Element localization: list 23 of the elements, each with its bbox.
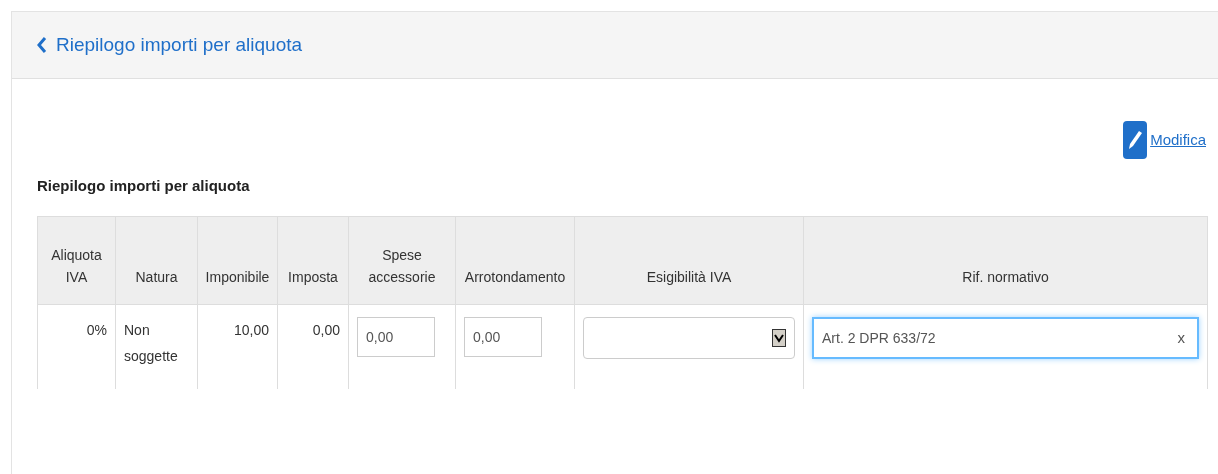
column-header: Aliquota IVA	[37, 216, 116, 304]
column-header: Imponibile	[197, 216, 278, 304]
table-cell-text: 0,00	[311, 320, 340, 340]
column-header: Rif. normativo	[803, 216, 1208, 304]
dropdown-caret-icon	[772, 328, 786, 347]
section-title: Riepilogo importi per aliquota	[37, 176, 251, 196]
pencil-icon	[1123, 121, 1148, 159]
chevron-left-icon	[37, 37, 47, 53]
amount-input[interactable]: 0,00	[357, 316, 435, 357]
table-cell-text: 0%	[85, 320, 107, 340]
column-header: Esigibilità IVA	[574, 216, 804, 304]
select-field[interactable]	[583, 316, 795, 359]
reference-input[interactable]: Art. 2 DPR 633/72 x	[812, 316, 1199, 359]
table-cell-text: Non soggette	[124, 320, 179, 366]
back-button[interactable]: Riepilogo importi per aliquota	[37, 30, 303, 60]
edit-link[interactable]: Modifica	[1123, 121, 1206, 159]
column-header: Arrotondamento	[455, 216, 575, 304]
column-header: Spese accessorie	[348, 216, 456, 304]
column-header: Natura	[115, 216, 198, 304]
column-header: Imposta	[277, 216, 349, 304]
table-cell-text: 10,00	[232, 320, 269, 340]
amount-input[interactable]: 0,00	[464, 316, 542, 357]
clear-button[interactable]: x	[1173, 324, 1189, 351]
